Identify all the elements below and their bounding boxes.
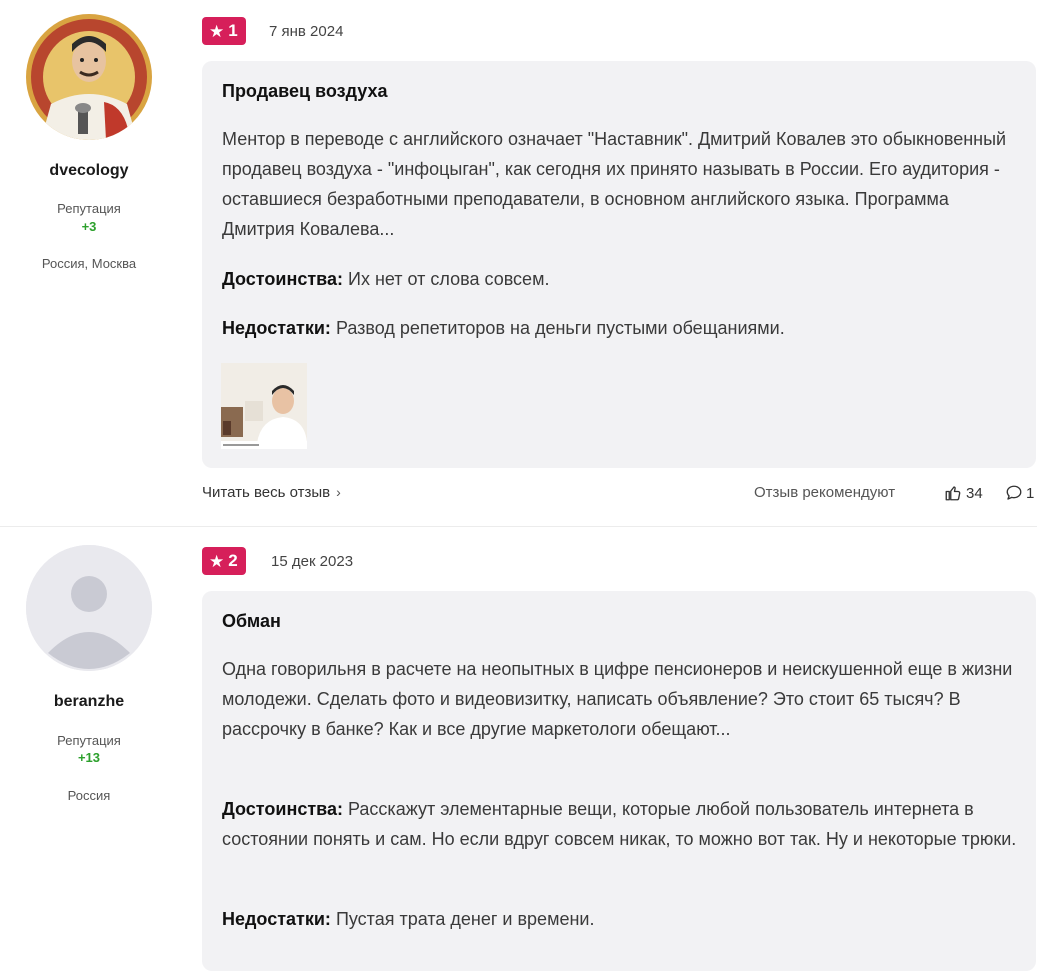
author-location: Россия — [67, 788, 111, 803]
cons-label: Недостатки: — [222, 318, 331, 338]
review-card: Обман Одна говорильня в расчете на неопы… — [202, 591, 1036, 971]
cons-label: Недостатки: — [222, 909, 331, 929]
review-pros: Достоинства: Расскажут элементарные вещи… — [222, 794, 1017, 854]
likes-count: 34 — [966, 484, 983, 502]
review-photo-thumbnail[interactable] — [221, 363, 307, 449]
rating-badge: ★ 1 — [202, 17, 246, 45]
rating-badge: ★ 2 — [202, 547, 246, 575]
rating-value: 1 — [228, 21, 238, 40]
comments-button[interactable]: 1 — [1005, 484, 1034, 502]
rating-value: 2 — [228, 551, 238, 570]
read-more-label: Читать весь отзыв — [202, 484, 331, 501]
reputation-value: +3 — [81, 219, 97, 234]
thumbs-up-icon — [945, 486, 961, 501]
review-date: 7 янв 2024 — [269, 23, 344, 40]
avatar[interactable] — [26, 14, 152, 140]
default-user-icon — [26, 545, 152, 671]
comment-icon — [1006, 485, 1022, 500]
reputation-label: Репутация — [57, 201, 121, 216]
recommend-label: Отзыв рекомендуют — [754, 484, 896, 501]
author-location: Россия, Москва — [41, 256, 137, 271]
chevron-right-icon: › — [336, 484, 341, 500]
username[interactable]: beranzhe — [0, 693, 178, 711]
review-text: Ментор в переводе с английского означает… — [222, 129, 1007, 239]
star-icon: ★ — [209, 21, 225, 41]
username[interactable]: dvecology — [0, 162, 178, 180]
star-icon: ★ — [209, 551, 225, 571]
pros-text: Их нет от слова совсем. — [348, 269, 550, 289]
review-pros: Достоинства: Их нет от слова совсем. — [222, 264, 1017, 294]
review-text: Одна говорильня в расчете на неопытных в… — [222, 659, 1013, 739]
review-title[interactable]: Обман — [222, 611, 281, 632]
avatar[interactable] — [26, 545, 152, 671]
video-screenshot-icon — [221, 363, 307, 449]
reputation-value: +13 — [77, 750, 101, 765]
read-full-review-link[interactable]: Читать весь отзыв › — [202, 484, 341, 501]
review-card: Продавец воздуха Ментор в переводе с анг… — [202, 61, 1036, 468]
review-date: 15 дек 2023 — [271, 553, 354, 570]
pros-label: Достоинства: — [222, 799, 343, 819]
pros-label: Достоинства: — [222, 269, 343, 289]
review-item: dvecology Репутация +3 Россия, Москва ★ … — [0, 0, 1037, 526]
review-item: beranzhe Репутация +13 Россия ★ 2 15 дек… — [0, 526, 1037, 971]
review-title[interactable]: Продавец воздуха — [222, 81, 387, 102]
comments-count: 1 — [1026, 484, 1035, 502]
likes-button[interactable]: 34 — [944, 484, 983, 502]
review-cons: Недостатки: Развод репетиторов на деньги… — [222, 313, 1017, 343]
review-cons: Недостатки: Пустая трата денег и времени… — [222, 904, 1017, 934]
avatar-portrait-icon — [26, 14, 152, 140]
reputation-label: Репутация — [57, 733, 121, 748]
cons-text: Развод репетиторов на деньги пустыми обе… — [335, 318, 785, 338]
cons-text: Пустая трата денег и времени. — [335, 909, 595, 929]
